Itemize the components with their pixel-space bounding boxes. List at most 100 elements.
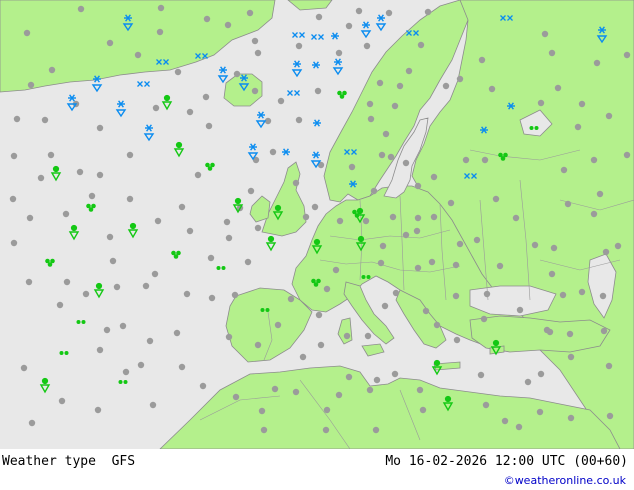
dry-dot-icon (10, 152, 18, 160)
dry-dot-icon (194, 171, 202, 179)
dry-dot-icon (456, 240, 464, 248)
map-footer: Weather type GFS Mo 16-02-2026 12:00 UTC… (0, 449, 634, 490)
dry-dot-icon (9, 195, 17, 203)
dry-dot-icon (345, 373, 353, 381)
dry-dot-icon (269, 148, 277, 156)
dry-dot-icon (82, 290, 90, 298)
dry-dot-icon (96, 124, 104, 132)
dry-dot-icon (258, 407, 266, 415)
dry-dot-icon (37, 174, 45, 182)
dry-dot-icon (186, 227, 194, 235)
dry-dot-icon (13, 115, 21, 123)
dry-dot-icon (274, 321, 282, 329)
dry-dot-icon (109, 257, 117, 265)
dry-dot-icon (244, 258, 252, 266)
dry-dot-icon (385, 9, 393, 17)
dry-dot-icon (27, 81, 35, 89)
dry-dot-icon (515, 423, 523, 431)
dry-dot-icon (480, 315, 488, 323)
weather-map (0, 0, 634, 449)
dry-dot-icon (600, 327, 608, 335)
dry-dot-icon (512, 214, 520, 222)
dry-dot-icon (488, 85, 496, 93)
dry-dot-icon (391, 102, 399, 110)
dry-dot-icon (370, 187, 378, 195)
dry-dot-icon (122, 368, 130, 376)
dry-dot-icon (23, 29, 31, 37)
dry-dot-icon (492, 195, 500, 203)
dry-dot-icon (186, 108, 194, 116)
dry-dot-icon (578, 100, 586, 108)
dry-dot-icon (137, 361, 145, 369)
dry-dot-icon (567, 353, 575, 361)
dry-dot-icon (251, 37, 259, 45)
dry-dot-icon (96, 171, 104, 179)
dry-dot-icon (387, 153, 395, 161)
dry-dot-icon (614, 242, 622, 250)
dry-dot-icon (428, 258, 436, 266)
dry-dot-icon (183, 290, 191, 298)
dry-dot-icon (94, 406, 102, 414)
dry-dot-icon (452, 261, 460, 269)
dry-dot-icon (199, 382, 207, 390)
dry-dot-icon (599, 292, 607, 300)
dry-dot-icon (174, 68, 182, 76)
dry-dot-icon (501, 417, 509, 425)
dry-dot-icon (292, 179, 300, 187)
dry-dot-icon (203, 15, 211, 23)
dry-dot-icon (402, 159, 410, 167)
dry-dot-icon (496, 262, 504, 270)
dry-dot-icon (453, 336, 461, 344)
dry-dot-icon (173, 329, 181, 337)
dry-dot-icon (362, 217, 370, 225)
dry-dot-icon (126, 151, 134, 159)
dry-dot-icon (113, 283, 121, 291)
dry-dot-icon (223, 218, 231, 226)
dry-dot-icon (430, 173, 438, 181)
dry-dot-icon (442, 82, 450, 90)
dry-dot-icon (372, 426, 380, 434)
dry-dot-icon (311, 203, 319, 211)
dry-dot-icon (28, 419, 36, 427)
dry-dot-icon (424, 8, 432, 16)
credit-link[interactable]: ©weatheronline.co.uk (504, 474, 626, 487)
dry-dot-icon (178, 203, 186, 211)
dry-dot-icon (233, 70, 241, 78)
dry-dot-icon (574, 123, 582, 131)
dry-dot-icon (566, 330, 574, 338)
dry-dot-icon (322, 426, 330, 434)
dry-dot-icon (379, 242, 387, 250)
dry-dot-icon (364, 332, 372, 340)
dry-dot-icon (560, 166, 568, 174)
dry-dot-icon (345, 22, 353, 30)
dry-dot-icon (433, 321, 441, 329)
dry-dot-icon (536, 408, 544, 416)
dry-dot-icon (606, 412, 614, 420)
dry-dot-icon (332, 266, 340, 274)
datetime-label: Mo 16-02-2026 12:00 UTC (00+60) (385, 454, 628, 469)
dry-dot-icon (417, 41, 425, 49)
dry-dot-icon (126, 195, 134, 203)
dry-dot-icon (96, 346, 104, 354)
dry-dot-icon (413, 227, 421, 235)
dry-dot-icon (537, 99, 545, 107)
dry-dot-icon (62, 210, 70, 218)
dry-dot-icon (277, 97, 285, 105)
dry-dot-icon (405, 67, 413, 75)
dry-dot-icon (295, 42, 303, 50)
dry-dot-icon (41, 116, 49, 124)
dry-dot-icon (516, 306, 524, 314)
dry-dot-icon (10, 239, 18, 247)
dry-dot-icon (430, 213, 438, 221)
dry-dot-icon (605, 112, 613, 120)
dry-dot-icon (623, 51, 631, 59)
dry-dot-icon (25, 278, 33, 286)
dry-dot-icon (482, 401, 490, 409)
dry-dot-icon (396, 82, 404, 90)
dry-dot-icon (456, 75, 464, 83)
dry-dot-icon (335, 49, 343, 57)
dry-dot-icon (363, 42, 371, 50)
dry-dot-icon (254, 341, 262, 349)
dry-dot-icon (564, 200, 572, 208)
dry-dot-icon (414, 214, 422, 222)
